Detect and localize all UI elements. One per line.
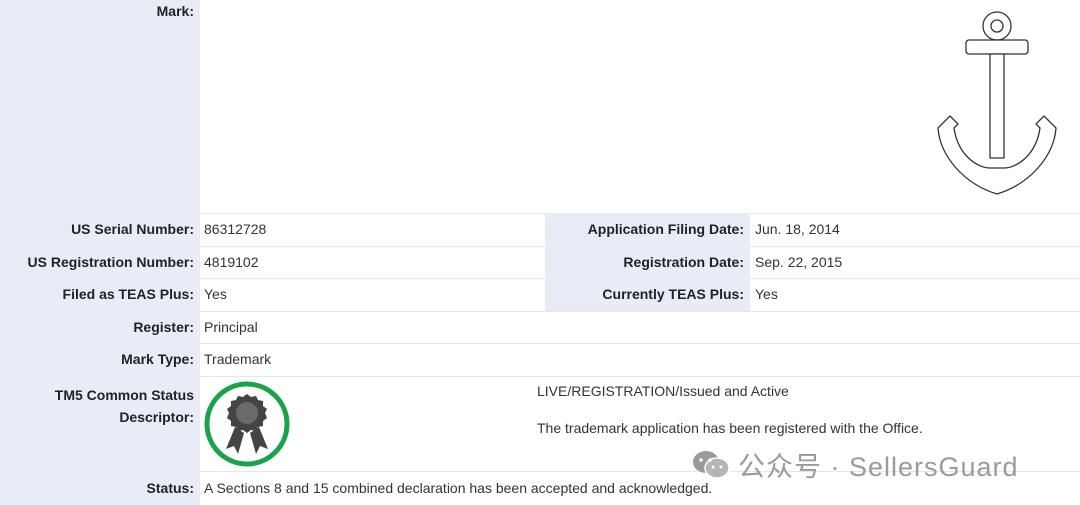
watermark-text: 公众号 · SellersGuard (738, 452, 1019, 482)
register-value: Principal (204, 319, 258, 335)
teas-filed-label-text: Filed as TEAS Plus: (62, 286, 194, 302)
tm5-label-line1: TM5 Common Status (54, 387, 194, 403)
status-label-text: Status: (146, 480, 194, 496)
reg-date-value: Sep. 22, 2015 (755, 254, 843, 270)
register-label-text: Register: (133, 319, 194, 335)
watermark: 公众号 · SellersGuard (692, 445, 1019, 484)
wechat-icon (693, 450, 730, 479)
reg-number-label-text: US Registration Number: (27, 254, 194, 270)
serial-label-text: US Serial Number: (71, 221, 194, 237)
teas-current-label: Currently TEAS Plus: (545, 278, 750, 311)
tm5-label: TM5 Common Status Descriptor: (0, 376, 200, 471)
status-value: A Sections 8 and 15 combined declaration… (204, 480, 713, 496)
mark-label: Mark: (0, 0, 200, 213)
filing-date-label: Application Filing Date: (545, 213, 750, 246)
reg-number-value: 4819102 (204, 254, 259, 270)
filing-date-value: Jun. 18, 2014 (755, 221, 840, 237)
anchor-icon (937, 11, 1057, 195)
teas-filed-value: Yes (204, 286, 227, 302)
mark-image (930, 6, 1060, 198)
teas-filed-label: Filed as TEAS Plus: (0, 278, 200, 311)
tm5-label-line2: Descriptor: (119, 409, 194, 425)
reg-date-label-text: Registration Date: (623, 254, 744, 270)
teas-current-label-text: Currently TEAS Plus: (602, 286, 744, 302)
mark-type-label: Mark Type: (0, 343, 200, 376)
serial-label: US Serial Number: (0, 213, 200, 246)
status-badge (204, 381, 290, 467)
mark-type-label-text: Mark Type: (121, 351, 194, 367)
tm5-status-desc: The trademark application has been regis… (537, 420, 923, 436)
serial-value: 86312728 (204, 221, 267, 237)
register-label: Register: (0, 311, 200, 343)
filing-date-label-text: Application Filing Date: (587, 221, 744, 237)
tm5-status-title: LIVE/REGISTRATION/Issued and Active (537, 383, 789, 399)
reg-number-label: US Registration Number: (0, 246, 200, 278)
mark-label-text: Mark: (156, 3, 194, 19)
award-ribbon-icon (204, 381, 290, 467)
reg-date-label: Registration Date: (545, 246, 750, 278)
divider (200, 376, 1080, 377)
mark-type-value: Trademark (204, 351, 272, 367)
status-label: Status: (0, 471, 200, 505)
divider (200, 343, 1080, 344)
teas-current-value: Yes (755, 286, 778, 302)
divider (200, 311, 1080, 312)
